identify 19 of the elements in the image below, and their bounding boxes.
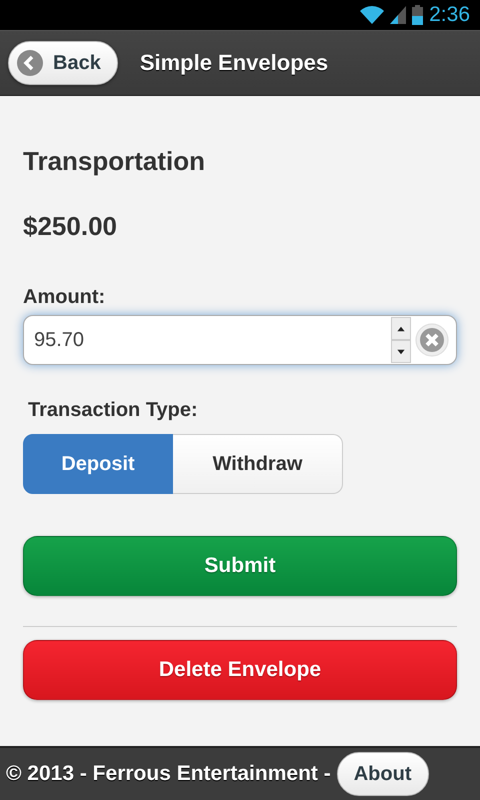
clock: 2:36	[429, 3, 470, 27]
envelope-name: Transportation	[23, 146, 206, 177]
submit-button[interactable]: Submit	[23, 536, 457, 596]
transaction-type-option[interactable]: Deposit	[23, 434, 173, 494]
delete-button[interactable]: Delete Envelope	[23, 640, 457, 700]
amount-label: Amount:	[23, 286, 106, 309]
battery-icon	[412, 5, 424, 25]
back-button[interactable]: Back	[8, 41, 118, 85]
transaction-type-label: Transaction Type:	[28, 399, 199, 422]
amount-field[interactable]: 95.70	[23, 315, 457, 365]
page-title: Simple Envelopes	[140, 50, 328, 76]
back-icon	[17, 50, 43, 76]
envelope-balance: $250.00	[23, 211, 118, 242]
about-button[interactable]: About	[336, 752, 428, 796]
transaction-type-option[interactable]: Withdraw	[173, 434, 343, 494]
wifi-icon	[360, 6, 384, 24]
spinner-control[interactable]	[391, 317, 411, 363]
copyright-text: © 2013 - Ferrous Entertainment -	[6, 762, 331, 786]
signal-icon	[390, 6, 406, 24]
